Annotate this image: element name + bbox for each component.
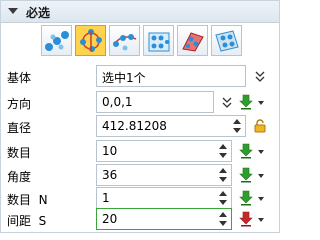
base-value: 选中1个 (102, 71, 146, 85)
angle-field[interactable]: 36 (96, 164, 232, 186)
linear-pattern-icon (44, 30, 69, 51)
section-title: 必选 (26, 6, 51, 20)
variable-pattern-icon (181, 31, 204, 52)
fill-pattern-icon (148, 32, 169, 51)
dropdown-caret-icon[interactable] (258, 197, 264, 201)
direction-field[interactable]: 0,0,1 (96, 91, 214, 113)
pattern-type-toolbar (41, 25, 242, 61)
circular-pattern-button[interactable] (75, 25, 106, 56)
circular-pattern-icon (79, 28, 102, 52)
diameter-value: 412.81208 (102, 119, 167, 133)
angle-label: 角度 (7, 170, 32, 184)
spacing-s-label: 间距 S (7, 214, 47, 228)
mirror-pattern-button[interactable] (211, 25, 242, 56)
count-label: 数目 (7, 146, 32, 160)
green-down-arrow-icon[interactable] (239, 94, 253, 110)
lock-icon[interactable] (253, 119, 267, 133)
double-chevron-down-icon[interactable] (222, 97, 232, 109)
spinner-icon[interactable] (219, 212, 227, 226)
spacing-s-row: 间距 S 20 (1, 206, 279, 234)
green-down-arrow-icon[interactable] (239, 190, 253, 206)
linear-pattern-button[interactable] (41, 25, 72, 56)
curve-pattern-icon (112, 33, 136, 50)
spinner-icon[interactable] (219, 191, 227, 205)
section-header[interactable]: 必选 (1, 1, 279, 23)
count-field[interactable]: 10 (96, 140, 232, 162)
base-field[interactable]: 选中1个 (96, 65, 246, 87)
dropdown-caret-icon[interactable] (258, 150, 264, 154)
red-down-arrow-icon[interactable] (239, 211, 253, 227)
green-down-arrow-icon[interactable] (239, 167, 253, 183)
diameter-row: 直径 412.81208 (1, 113, 279, 141)
count-n-value: 1 (102, 191, 110, 205)
variable-pattern-button[interactable] (177, 25, 208, 56)
base-row: 基体 选中1个 (1, 63, 279, 91)
green-down-arrow-icon[interactable] (239, 143, 253, 159)
spacing-s-value: 20 (102, 212, 118, 226)
dropdown-caret-icon[interactable] (258, 101, 264, 105)
collapse-triangle-icon[interactable] (8, 8, 18, 14)
spinner-icon[interactable] (219, 144, 227, 158)
fill-pattern-button[interactable] (143, 25, 174, 56)
diameter-label: 直径 (7, 121, 32, 135)
curve-pattern-button[interactable] (109, 25, 140, 56)
dropdown-caret-icon[interactable] (258, 218, 264, 222)
direction-label: 方向 (7, 97, 32, 111)
spinner-icon[interactable] (233, 119, 241, 133)
count-value: 10 (102, 144, 118, 158)
dropdown-caret-icon[interactable] (258, 174, 264, 178)
double-chevron-down-icon[interactable] (255, 71, 265, 83)
mirror-pattern-icon (214, 29, 239, 52)
required-panel: 必选 基体 选中1个 方向 0,0,1 直径 412.81208 数目 10 角… (0, 0, 280, 233)
diameter-field[interactable]: 412.81208 (96, 115, 246, 137)
spinner-icon[interactable] (219, 168, 227, 182)
angle-value: 36 (102, 168, 118, 182)
base-label: 基体 (7, 71, 32, 85)
spacing-s-field[interactable]: 20 (96, 208, 232, 230)
direction-value: 0,0,1 (102, 95, 133, 109)
